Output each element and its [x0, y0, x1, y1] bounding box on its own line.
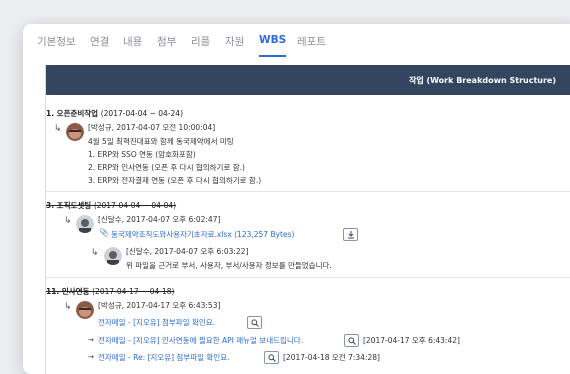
search-icon — [250, 318, 259, 327]
comment-author-time: [신달수, 2017-04-07 오후 6:03:22] — [126, 247, 249, 256]
tab-basic-info[interactable]: 기본정보 — [37, 34, 76, 49]
wbs-item-name: 3. 조직도셋팅 — [46, 201, 92, 210]
avatar — [104, 247, 122, 265]
comment-author-time: [신달수, 2017-04-07 오후 6:02:47] — [98, 215, 221, 224]
tab-wbs[interactable]: WBS — [259, 34, 286, 46]
wbs-item-date-range: (2017-04-17 ~ 04-18) — [92, 287, 175, 296]
mail-link[interactable]: 전자메일 - [지오유] 인사연동에 필요한 API 매뉴얼 보내드립니다. — [98, 335, 303, 346]
reply-arrow-icon: ↳ — [54, 124, 62, 134]
tab-links[interactable]: 연결 — [90, 34, 109, 49]
comment-line: 3. ERP와 전자결재 연동 (오픈 후 다시 협의하기로 함.) — [88, 176, 262, 185]
tab-bar: 기본정보 연결 내용 첨부 리플 자원 WBS 레포트 — [23, 24, 570, 58]
avatar — [76, 301, 94, 319]
paperclip-icon: 📎 — [99, 228, 109, 237]
wbs-item-title[interactable]: 11. 인사연동 (2017-04-17 ~ 04-18) — [46, 286, 174, 297]
tab-report[interactable]: 레포트 — [297, 34, 326, 49]
tab-attachments[interactable]: 첨부 — [157, 34, 176, 49]
comment-author-time: [박성규, 2017-04-07 오전 10:00:04] — [88, 123, 216, 132]
comment-line: 2. ERP와 인사연동 (오픈 후 다시 협의하기로 함.) — [88, 163, 245, 172]
search-icon — [267, 353, 276, 362]
avatar — [66, 123, 84, 141]
comment-line: 4월 5일 최혁진대표와 함께 동국제약에서 미팅 — [88, 137, 234, 146]
tab-replies[interactable]: 리플 — [191, 34, 210, 49]
download-button[interactable] — [343, 228, 358, 241]
attachment-link[interactable]: 동국제약조직도와사용자기초자료.xlsx (123,257 Bytes) — [111, 229, 294, 240]
mail-link[interactable]: 전자메일 - Re: [지오유] 첨부파일 확인요. — [98, 352, 229, 363]
preview-button[interactable] — [344, 334, 359, 347]
wbs-item-name: 1. 오픈준비작업 — [46, 109, 99, 118]
tab-contents[interactable]: 내용 — [123, 34, 142, 49]
search-icon — [347, 336, 356, 345]
mail-timestamp: [2017-04-18 오전 7:34:28] — [283, 353, 380, 362]
active-tab-indicator — [259, 55, 286, 57]
wbs-item-name: 11. 인사연동 — [46, 287, 90, 296]
tab-resources[interactable]: 자원 — [225, 34, 244, 49]
wbs-panel: 기본정보 연결 내용 첨부 리플 자원 WBS 레포트 작업 (Work Bre… — [23, 24, 570, 374]
wbs-item-title[interactable]: 1. 오픈준비작업 (2017-04-04 ~ 04-24) — [46, 108, 183, 119]
preview-button[interactable] — [264, 351, 279, 364]
download-icon — [347, 230, 354, 238]
reply-arrow-icon: ↳ — [64, 216, 72, 226]
wbs-item-title[interactable]: 3. 조직도셋팅 (2017-04-04 ~ 04-04) — [46, 200, 176, 211]
mail-timestamp: [2017-04-17 오후 6:43:42] — [363, 336, 460, 345]
comment-author-time: [박성규, 2017-04-17 오후 6:43:53] — [98, 301, 221, 310]
reply-arrow-icon: ↳ — [91, 248, 99, 258]
wbs-header: 작업 (Work Breakdown Structure) — [46, 65, 570, 95]
wbs-header-title: 작업 (Work Breakdown Structure) — [408, 76, 556, 85]
wbs-item-date-range: (2017-04-04 ~ 04-24) — [100, 109, 184, 118]
divider — [46, 277, 570, 278]
mail-link[interactable]: 전자메일 - [지오유] 첨부파일 확인요. — [98, 317, 215, 328]
preview-button[interactable] — [247, 316, 262, 329]
arrow-right-icon: → — [88, 336, 94, 344]
avatar — [76, 215, 94, 233]
wbs-content: 작업 (Work Breakdown Structure) 1. 오픈준비작업 … — [45, 65, 570, 374]
comment-text: 위 파일을 근거로 부서, 사용자, 부서/사용자 정보를 만들었습니다. — [126, 261, 332, 270]
comment-line: 1. ERP와 SSO 연동 (암호화포함) — [88, 150, 196, 159]
reply-arrow-icon: ↳ — [64, 302, 72, 312]
wbs-item-date-range: (2017-04-04 ~ 04-04) — [93, 201, 177, 210]
divider — [46, 191, 570, 192]
